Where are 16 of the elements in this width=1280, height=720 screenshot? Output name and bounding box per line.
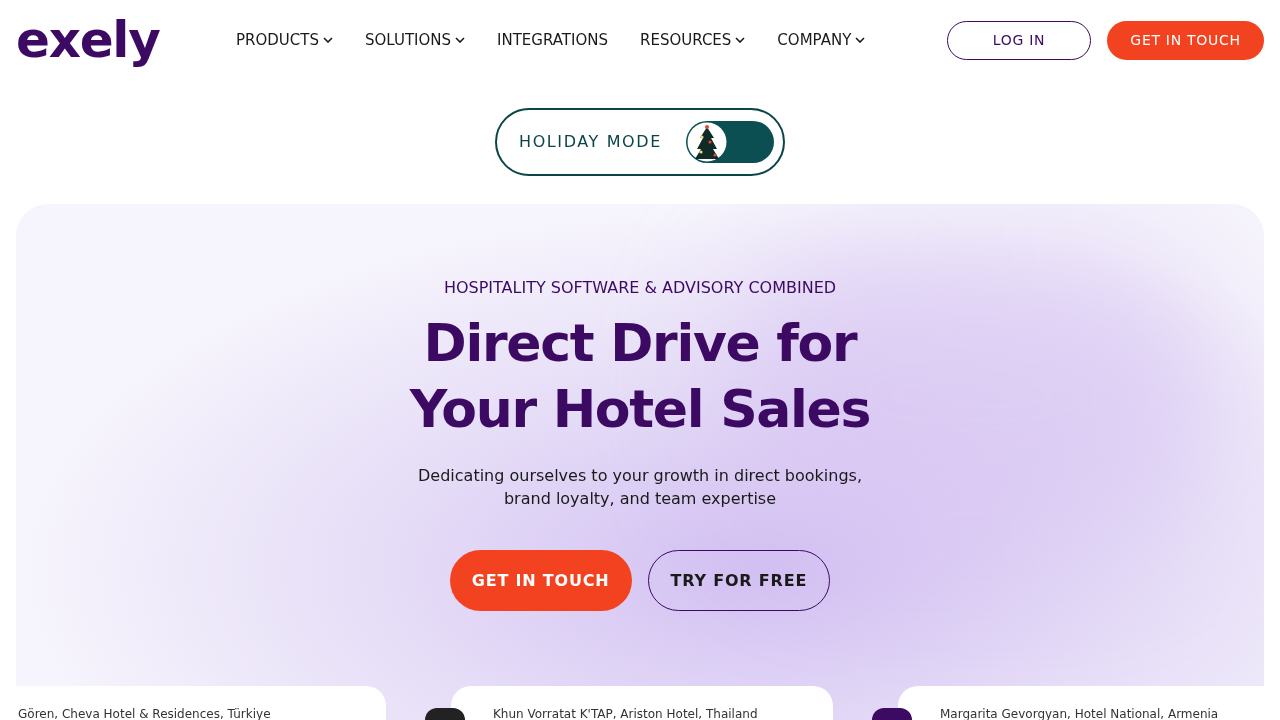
get-in-touch-button[interactable]: GET IN TOUCH [449,550,632,611]
testimonial-author: Gören, Cheva Hotel & Residences, Türkiye [18,708,271,720]
nav-link[interactable]: SOLUTIONS [364,28,466,52]
testimonial-author: Khun Vorratat K'TAP, Ariston Hotel, Thailand [493,708,758,720]
nav-link[interactable]: PRODUCTS [236,28,333,52]
nav-link[interactable]: INTEGRATIONS [497,28,608,52]
hero-title: Direct Drive for Your Hotel Sales [409,312,871,441]
hero-subtitle: Dedicating ourselves to your growth in direct bookings, brand loyalty, and team expertise [418,465,862,510]
get-in-touch-button[interactable]: GET IN TOUCH [1107,20,1264,60]
christmas-tree-icon [686,122,727,162]
holiday-mode-toggle[interactable] [685,121,774,163]
testimonial-author: Margarita Gevorgyan, Hotel National, Armenia [940,708,1219,720]
nav-link[interactable]: RESOURCES [640,28,746,52]
holiday-mode-label: HOLIDAY MODE [519,131,662,153]
nav-link[interactable]: COMPANY [777,28,866,52]
hero-eyebrow: HOSPITALITY SOFTWARE & ADVISORY COMBINED [443,277,837,299]
